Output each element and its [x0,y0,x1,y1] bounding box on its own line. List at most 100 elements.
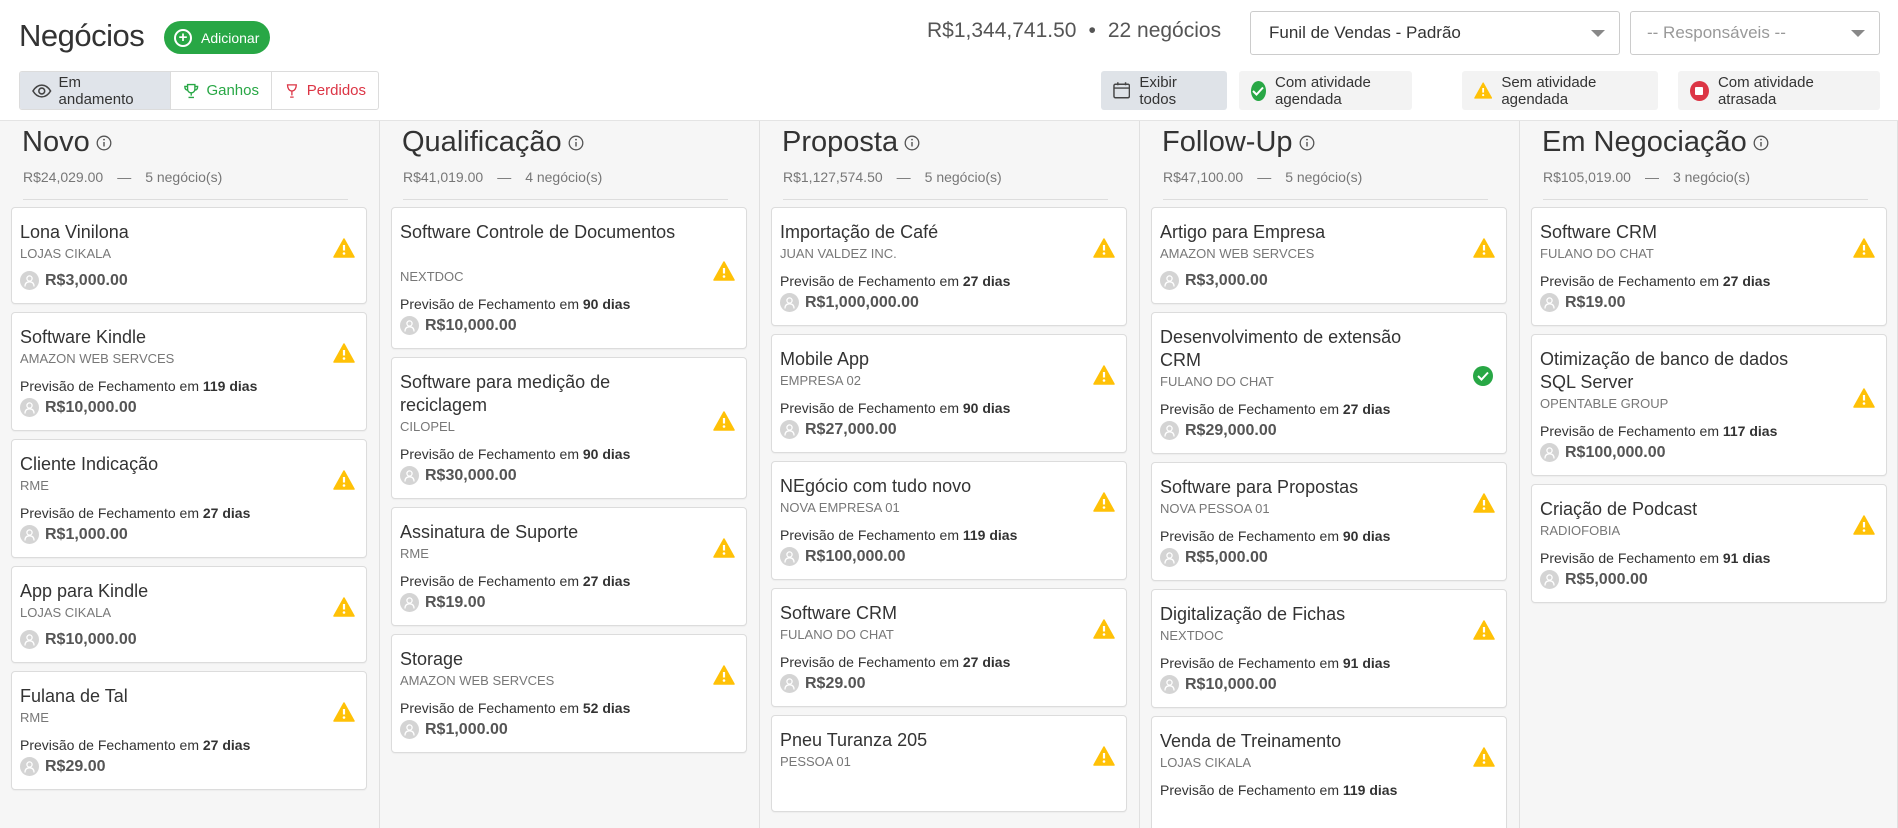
show-all-button[interactable]: Exibir todos [1101,71,1227,110]
deal-forecast: Previsão de Fechamento em 52 dias [400,700,630,716]
deal-forecast: Previsão de Fechamento em 90 dias [780,400,1010,416]
info-icon[interactable] [1753,126,1769,159]
forecast-days: 27 dias [1722,273,1771,289]
deal-company: CILOPEL [400,419,455,434]
tab-lost[interactable]: Perdidos [272,72,378,109]
deal-company: RME [20,710,49,725]
deal-title[interactable]: Criação de Podcast [1540,498,1820,521]
deal-card[interactable]: Desenvolvimento de extensão CRM FULANO DO… [1151,312,1507,454]
tab-won[interactable]: Ganhos [171,72,272,109]
deal-title[interactable]: NEgócio com tudo novo [780,475,1060,498]
info-icon[interactable] [96,126,112,159]
deal-card[interactable]: Software para medição de reciclagem CILOP… [391,357,747,499]
avatar [20,757,39,776]
column-total: R$105,019.00 [1543,169,1631,185]
deal-card[interactable]: Lona Vinilona LOJAS CIKALA R$3,000.00 [11,207,367,304]
forecast-prefix: Previsão de Fechamento em [1160,655,1339,671]
deal-card[interactable]: Storage AMAZON WEB SERVCES Previsão de Fec… [391,634,747,753]
forecast-days: 90 dias [962,400,1011,416]
deal-card[interactable]: Software CRM FULANO DO CHAT Previsão de Fe… [771,588,1127,707]
deal-forecast: Previsão de Fechamento em 117 dias [1540,423,1777,439]
deal-title[interactable]: Digitalização de Fichas [1160,603,1440,626]
deal-card[interactable]: Pneu Turanza 205 PESSOA 01 [771,715,1127,812]
deal-card[interactable]: Digitalização de Fichas NEXTDOC Previsão d… [1151,589,1507,708]
avatar [400,466,419,485]
deal-card[interactable]: Importação de Café JUAN VALDEZ INC. Previs… [771,207,1127,326]
deal-card[interactable]: Software Controle de Documentos NEXTDOC Pr… [391,207,747,349]
deal-company: FULANO DO CHAT [780,627,894,642]
add-deal-button[interactable]: + Adicionar [164,21,270,54]
plus-icon: + [174,28,192,47]
deal-company: LOJAS CIKALA [20,605,112,620]
deal-card[interactable]: Mobile App EMPRESA 02 Previsão de Fechamen… [771,334,1127,453]
deal-value: R$19.00 [400,593,486,612]
info-icon[interactable] [904,126,920,159]
deal-card[interactable]: Venda de Treinamento LOJAS CIKALA Previsão… [1151,716,1507,828]
deal-title[interactable]: Storage [400,648,680,671]
deal-card[interactable]: Cliente Indicação RME Previsão de Fechamen… [11,439,367,558]
deal-title[interactable]: Software Controle de Documentos [400,221,680,244]
column-title-text: Follow-Up [1162,126,1293,158]
deal-company: OPENTABLE GROUP [1540,396,1669,411]
column-count: 3 negócio(s) [1672,169,1751,185]
deal-title[interactable]: Software para medição de reciclagem [400,371,680,417]
column-divider [1543,199,1868,200]
deal-title[interactable]: Software CRM [780,602,1060,625]
deal-title[interactable]: Artigo para Empresa [1160,221,1440,244]
deal-title[interactable]: Lona Vinilona [20,221,300,244]
deal-card[interactable]: Otimização de banco de dados SQL Server O… [1531,334,1887,476]
deal-company: NOVA PESSOA 01 [1160,501,1270,516]
deal-value: R$1,000.00 [20,525,128,544]
forecast-days: 27 dias [202,505,251,521]
deal-card[interactable]: Artigo para Empresa AMAZON WEB SERVCES R$3… [1151,207,1507,304]
deal-card[interactable]: Fulana de Tal RME Previsão de Fechamento e… [11,671,367,790]
forecast-days: 27 dias [1342,401,1391,417]
deal-title[interactable]: Venda de Treinamento [1160,730,1440,753]
deal-title[interactable]: App para Kindle [20,580,300,603]
deal-value-text: R$29.00 [805,674,866,692]
deal-card[interactable]: Criação de Podcast RADIOFOBIA Previsão de … [1531,484,1887,603]
filter-overdue-activity[interactable]: Com atividade atrasada [1678,71,1880,110]
deal-title[interactable]: Mobile App [780,348,1060,371]
responsible-select[interactable]: -- Responsáveis -- [1630,11,1880,55]
deal-company: RME [400,546,429,561]
deal-value: R$5,000.00 [1540,570,1648,589]
deal-value: R$100,000.00 [780,547,906,566]
deal-card[interactable]: App para Kindle LOJAS CIKALA R$10,000.00 [11,566,367,663]
warning-icon [1853,388,1875,408]
funnel-select[interactable]: Funil de Vendas - Padrão [1250,11,1620,55]
deal-value: R$29.00 [20,757,106,776]
deal-card[interactable]: Software para Propostas NOVA PESSOA 01 Pre… [1151,462,1507,581]
tab-in-progress[interactable]: Em andamento [20,72,171,109]
warning-icon [713,261,735,281]
filter-no-activity[interactable]: Sem atividade agendada [1462,71,1658,110]
deal-value: R$3,000.00 [20,271,128,290]
deal-title[interactable]: Cliente Indicação [20,453,300,476]
deal-title[interactable]: Importação de Café [780,221,1060,244]
deal-title[interactable]: Software para Propostas [1160,476,1440,499]
info-icon[interactable] [1299,126,1315,159]
deal-title[interactable]: Software CRM [1540,221,1820,244]
deal-card[interactable]: Assinatura de Suporte RME Previsão de Fech… [391,507,747,626]
forecast-prefix: Previsão de Fechamento em [1160,401,1339,417]
deal-title[interactable]: Desenvolvimento de extensão CRM [1160,326,1440,372]
column-summary: R$105,019.00 — 3 negócio(s) [1543,169,1750,185]
deal-card[interactable]: Software Kindle AMAZON WEB SERVCES Previsã… [11,312,367,431]
deal-title[interactable]: Pneu Turanza 205 [780,729,1060,752]
deal-forecast: Previsão de Fechamento em 27 dias [20,737,250,753]
forecast-days: 117 dias [1722,423,1778,439]
forecast-prefix: Previsão de Fechamento em [20,505,199,521]
deal-card[interactable]: NEgócio com tudo novo NOVA EMPRESA 01 Prev… [771,461,1127,580]
avatar [780,420,799,439]
column-divider [1163,199,1488,200]
deal-value: R$10,000.00 [400,316,517,335]
warning-icon [1473,620,1495,640]
filter-scheduled-activity[interactable]: Com atividade agendada [1239,71,1412,110]
deal-title[interactable]: Software Kindle [20,326,300,349]
deal-title[interactable]: Fulana de Tal [20,685,300,708]
deal-card[interactable]: Software CRM FULANO DO CHAT Previsão de Fe… [1531,207,1887,326]
deal-title[interactable]: Assinatura de Suporte [400,521,680,544]
info-icon[interactable] [568,126,584,159]
funnel-select-value: Funil de Vendas - Padrão [1269,23,1461,42]
deal-title[interactable]: Otimização de banco de dados SQL Server [1540,348,1820,394]
